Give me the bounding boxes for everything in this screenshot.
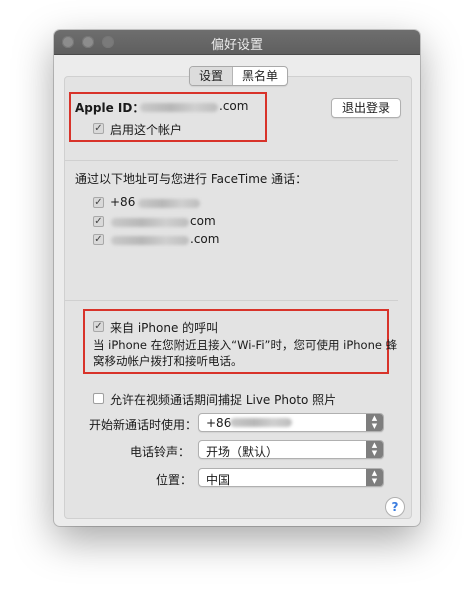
- window-title: 偏好设置: [210, 38, 263, 53]
- apple-id-redacted: [140, 103, 218, 112]
- help-button[interactable]: ?: [385, 497, 405, 517]
- ringtone-label: 电话铃声：: [130, 445, 191, 459]
- sign-out-button[interactable]: 退出登录: [331, 98, 402, 118]
- reach-email1-redacted: [111, 218, 189, 227]
- tab-bar: 设置 黑名单: [189, 66, 289, 86]
- location-value: 中国: [206, 473, 231, 487]
- reach-email2-suffix: .com: [190, 232, 220, 246]
- start-calls-number-redacted: [230, 418, 292, 427]
- location-popup[interactable]: 中国 ▲ ▼: [198, 468, 384, 487]
- section-divider: [64, 160, 398, 161]
- enable-account-label: 启用这个帐户: [110, 123, 183, 137]
- section-divider: [64, 300, 398, 301]
- start-calls-value: +86: [206, 416, 232, 430]
- tab-settings[interactable]: 设置: [190, 67, 234, 85]
- location-label: 位置：: [156, 473, 193, 487]
- reach-email1-suffix: com: [190, 214, 216, 228]
- title-bar: 偏好设置: [54, 30, 420, 55]
- reach-checkbox-phone[interactable]: ✓: [93, 197, 104, 208]
- ringtone-popup[interactable]: 开场（默认） ▲ ▼: [198, 440, 384, 459]
- reach-phone-redacted: [138, 199, 200, 208]
- apple-id-suffix: .com: [219, 99, 249, 113]
- reach-email2-redacted: [111, 236, 189, 245]
- reach-checkbox-email1[interactable]: ✓: [93, 216, 104, 227]
- start-calls-label: 开始新通话时使用：: [89, 418, 198, 432]
- reach-phone-prefix: +86: [110, 195, 136, 209]
- reach-heading: 通过以下地址可与您进行 FaceTime 通话：: [75, 172, 308, 186]
- live-photo-checkbox[interactable]: [93, 393, 104, 404]
- enable-account-checkbox[interactable]: ✓: [93, 123, 104, 134]
- iphone-calls-description-line1: 当 iPhone 在您附近且接入“Wi-Fi”时，您可使用 iPhone 蜂: [93, 338, 398, 352]
- popup-arrows-icon: ▲ ▼: [366, 441, 383, 458]
- apple-id-label: Apple ID：: [75, 101, 145, 115]
- iphone-calls-description-line2: 窝移动帐户拨打和接听电话。: [93, 354, 243, 368]
- tab-blocked[interactable]: 黑名单: [233, 67, 287, 85]
- reach-checkbox-email2[interactable]: ✓: [93, 234, 104, 245]
- popup-arrows-icon: ▲ ▼: [366, 414, 383, 431]
- ringtone-value: 开场（默认）: [206, 445, 279, 459]
- live-photo-label: 允许在视频通话期间捕捉 Live Photo 照片: [110, 393, 337, 407]
- popup-arrows-icon: ▲ ▼: [366, 469, 383, 486]
- iphone-calls-checkbox[interactable]: ✓: [93, 321, 104, 332]
- iphone-calls-label: 来自 iPhone 的呼叫: [110, 321, 219, 335]
